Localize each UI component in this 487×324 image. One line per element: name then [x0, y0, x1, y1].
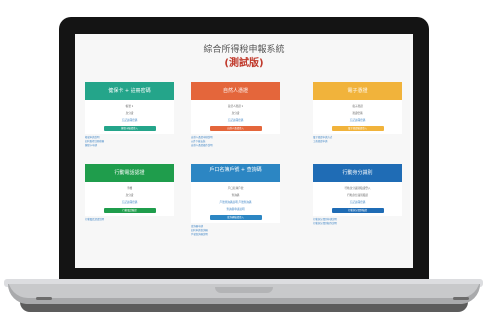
- card-link[interactable]: 戶號查詢碼說明 戶號查詢碼: [193, 199, 278, 206]
- card-header: 電子憑證: [313, 82, 402, 100]
- note-link[interactable]: 行動電話認證說明: [85, 218, 174, 222]
- card-row: 身分證: [125, 194, 134, 197]
- note-link[interactable]: 戶號查詢碼說明: [191, 233, 280, 237]
- card-body: 行動身分識別驗證登入 行動身分識別驗證 忘記註冊密碼 行動身分識別驗證: [313, 182, 402, 216]
- card-notes: 帳號申請說明 如何取得註冊密碼 健保卡申請: [85, 134, 174, 148]
- card-row: 行動身分識別驗證登入: [344, 187, 371, 190]
- card-notes: 自然人憑證申辦說明 元件下載安裝 自然人憑證操作說明: [191, 134, 280, 148]
- card-body: 帳號 1 身分證 忘記註冊密碼 健保卡驗證登入: [85, 100, 174, 134]
- card-row: 身分證: [231, 112, 240, 115]
- card-household-registration: 戶口名簿戶號 + 查詢碼 戶口名簿戶號 查詢碼 戶號查詢碼說明 戶號查詢碼 查詢…: [191, 164, 280, 237]
- card-row: 電子憑證: [352, 105, 363, 108]
- login-button[interactable]: 健保卡驗證登入: [103, 126, 156, 131]
- card-link[interactable]: 忘記註冊密碼: [315, 199, 400, 206]
- card-header: 行動身分識別: [313, 164, 402, 182]
- laptop-notch: [215, 287, 273, 293]
- card-header: 行動電話認證: [85, 164, 174, 182]
- note-link[interactable]: 工商憑證申請: [313, 140, 402, 144]
- login-button[interactable]: 查詢碼驗證登入: [209, 215, 262, 220]
- card-row: 身分證: [125, 112, 134, 115]
- note-link[interactable]: 行動身分識別操作說明: [313, 222, 402, 226]
- card-header: 自然人憑證: [191, 82, 280, 100]
- note-link[interactable]: 健保卡申請: [85, 144, 174, 148]
- card-link[interactable]: 查詢碼申請說明: [193, 206, 278, 213]
- card-row: 帳號 1: [125, 105, 134, 108]
- card-header: 健保卡 + 註冊密碼: [85, 82, 174, 100]
- card-body: 電子憑證 憑證密碼 忘記註冊密碼 電子憑證驗證登入: [313, 100, 402, 134]
- login-button[interactable]: 電子憑證驗證登入: [331, 126, 384, 131]
- note-link[interactable]: 自然人憑證操作說明: [191, 144, 280, 148]
- card-link[interactable]: 忘記註冊密碼: [87, 199, 172, 206]
- card-citizen-certificate: 自然人憑證 自然人憑證 1 身分證 忘記註冊密碼 自然人憑證登入 自然人憑證申辦…: [191, 82, 280, 148]
- card-mobile-id: 行動身分識別 行動身分識別驗證登入 行動身分識別驗證 忘記註冊密碼 行動身分識別…: [313, 164, 402, 226]
- card-e-certificate: 電子憑證 電子憑證 憑證密碼 忘記註冊密碼 電子憑證驗證登入 電子憑證申請方式 …: [313, 82, 402, 144]
- laptop-foot-left: [36, 297, 52, 300]
- card-health-insurance: 健保卡 + 註冊密碼 帳號 1 身分證 忘記註冊密碼 健保卡驗證登入 帳號申請說…: [85, 82, 174, 148]
- card-body: 手機 身分證 忘記註冊密碼 行動電話驗證: [85, 182, 174, 216]
- page-subtitle: (測試版): [224, 58, 264, 69]
- card-row: 戶口名簿戶號: [227, 187, 244, 190]
- card-body: 自然人憑證 1 身分證 忘記註冊密碼 自然人憑證登入: [191, 100, 280, 134]
- card-notes: 行動身分識別申請說明 行動身分識別操作說明: [313, 216, 402, 226]
- card-row: 行動身分識別驗證: [347, 194, 368, 197]
- login-button[interactable]: 行動電話驗證: [103, 208, 156, 213]
- card-header: 戶口名簿戶號 + 查詢碼: [191, 164, 280, 182]
- card-mobile-phone: 行動電話認證 手機 身分證 忘記註冊密碼 行動電話驗證 行動電話認證說明: [85, 164, 174, 222]
- card-row: 查詢碼: [231, 194, 240, 197]
- card-row: 憑證密碼: [352, 112, 363, 115]
- card-notes: 查詢碼申請 如何申請查詢碼 戶號查詢碼說明: [191, 223, 280, 237]
- login-button[interactable]: 自然人憑證登入: [209, 126, 262, 131]
- login-button[interactable]: 行動身分識別驗證: [331, 208, 384, 213]
- card-notes: 電子憑證申請方式 工商憑證申請: [313, 134, 402, 144]
- card-row: 手機: [126, 187, 133, 190]
- card-row: 自然人憑證 1: [227, 105, 244, 108]
- card-notes: 行動電話認證說明: [85, 216, 174, 222]
- card-link[interactable]: 忘記註冊密碼: [87, 117, 172, 124]
- card-link[interactable]: 忘記註冊密碼: [193, 117, 278, 124]
- laptop-screen: 綜合所得稅申報系統 (測試版) 健保卡 + 註冊密碼 帳號 1 身分證 忘記註冊…: [75, 34, 413, 268]
- laptop-foot-right: [453, 297, 469, 300]
- card-link[interactable]: 忘記註冊密碼: [315, 117, 400, 124]
- card-body: 戶口名簿戶號 查詢碼 戶號查詢碼說明 戶號查詢碼 查詢碼申請說明 查詢碼驗證登入: [191, 182, 280, 223]
